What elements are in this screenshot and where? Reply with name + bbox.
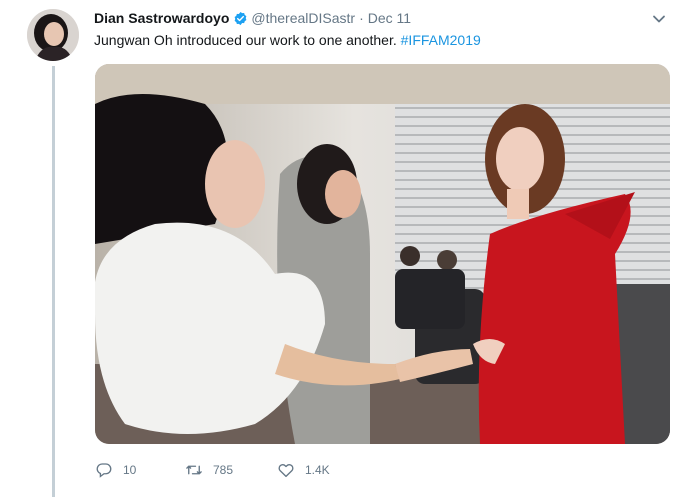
author-name[interactable]: Dian Sastrowardoyo bbox=[94, 10, 229, 26]
author-handle[interactable]: @therealDISastr bbox=[251, 10, 355, 26]
tweet-text: Jungwan Oh introduced our work to one an… bbox=[94, 32, 481, 48]
like-button[interactable]: 1.4K bbox=[277, 461, 330, 479]
avatar[interactable] bbox=[27, 9, 79, 61]
chevron-down-icon[interactable] bbox=[652, 12, 666, 26]
heart-icon bbox=[278, 464, 294, 478]
verified-badge-icon bbox=[235, 11, 247, 25]
reply-button[interactable]: 10 bbox=[95, 461, 185, 479]
tweet-body: Jungwan Oh introduced our work to one an… bbox=[94, 32, 401, 48]
hashtag-link[interactable]: #IFFAM2019 bbox=[401, 32, 481, 48]
thread-line bbox=[52, 66, 55, 497]
tweet-date[interactable]: Dec 11 bbox=[368, 10, 411, 26]
retweet-button[interactable]: 785 bbox=[185, 461, 277, 479]
reply-count: 10 bbox=[123, 463, 137, 477]
header-separator: · bbox=[359, 10, 364, 26]
retweet-count: 785 bbox=[213, 463, 234, 477]
reply-icon bbox=[96, 463, 112, 478]
photo-image bbox=[95, 64, 670, 444]
tweet-header: Dian Sastrowardoyo @therealDISastr · Dec… bbox=[94, 8, 411, 28]
avatar-image bbox=[27, 9, 79, 61]
tweet-photo[interactable] bbox=[95, 64, 670, 444]
retweet-icon bbox=[186, 465, 202, 475]
like-count: 1.4K bbox=[305, 463, 330, 477]
tweet-actions: 10 785 1.4K bbox=[95, 460, 330, 480]
